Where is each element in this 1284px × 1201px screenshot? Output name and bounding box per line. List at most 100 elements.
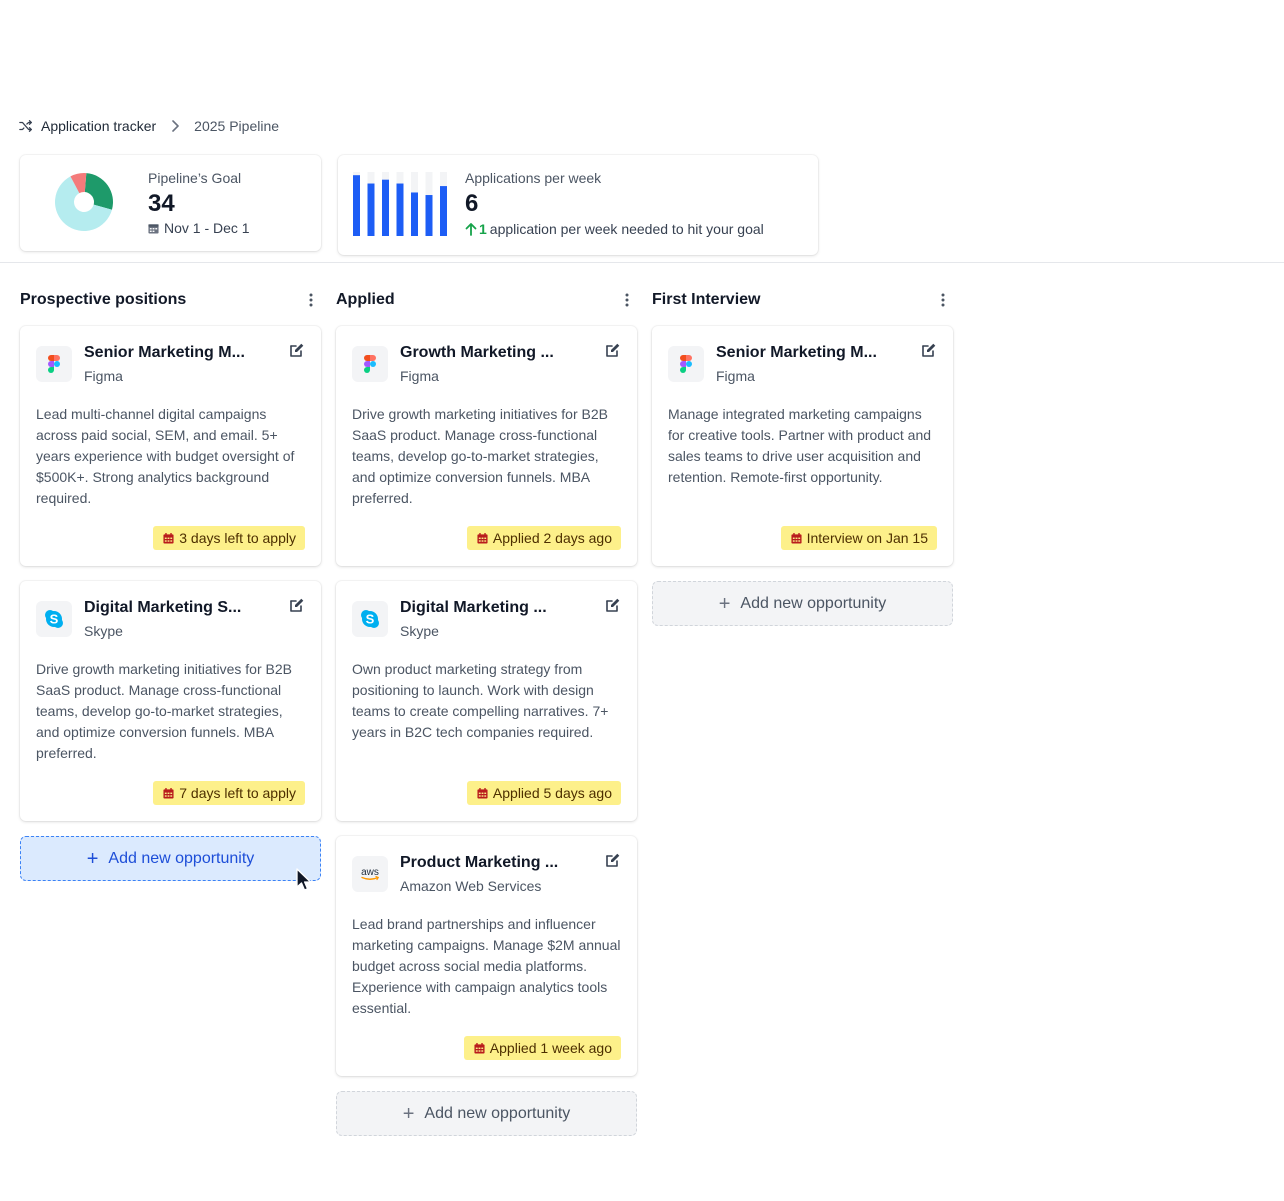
opportunity-card[interactable]: Senior Marketing M... Figma Lead multi-cha… [20, 326, 321, 566]
bar [382, 179, 389, 236]
company-name: Figma [84, 368, 123, 384]
card-description: Drive growth marketing initiatives for B… [36, 661, 292, 761]
column-header: Prospective positions [20, 288, 321, 312]
column-prospective-positions: Prospective positions Senior Marketing M.… [20, 288, 321, 881]
add-opportunity-label: Add new opportunity [740, 594, 887, 612]
column-header: Applied [336, 288, 637, 312]
column-title: First Interview [652, 291, 761, 308]
pipeline-goal-card: Pipeline’s Goal 34 Nov 1 - Dec 1 [20, 155, 321, 251]
add-opportunity-label: Add new opportunity [424, 1104, 571, 1122]
weekly-bar-chart [353, 172, 447, 236]
card-description: Lead multi-channel digital campaigns acr… [36, 406, 295, 506]
applications-per-week-card: Applications per week 6 1 application pe… [338, 155, 818, 255]
calendar-icon [474, 1042, 485, 1054]
weekly-delta-text: application per week needed to hit your … [489, 221, 764, 237]
skype-logo-icon: S [45, 610, 63, 628]
section-divider [0, 262, 1284, 263]
company-logo [36, 346, 72, 382]
card-title: Senior Marketing M... [716, 344, 877, 361]
company-name: Skype [84, 623, 123, 639]
status-badge-text: Interview on Jan 15 [806, 530, 928, 546]
chevron-right-icon [172, 120, 179, 132]
company-logo: S [36, 601, 72, 637]
card-title: Product Marketing ... [400, 854, 559, 871]
bar [367, 183, 375, 236]
edit-icon[interactable] [605, 342, 621, 358]
opportunity-card[interactable]: S Digital Marketing S... Skype Drive growth… [20, 581, 321, 821]
goal-value: 34 [148, 190, 175, 217]
arrow-up-icon [465, 223, 477, 236]
card-title: Digital Marketing ... [400, 599, 547, 616]
svg-text:S: S [366, 612, 375, 627]
calendar-icon [148, 223, 159, 234]
column-title: Prospective positions [20, 291, 187, 308]
add-opportunity-button[interactable]: + Add new opportunity [336, 1091, 637, 1136]
goal-donut-chart [55, 173, 113, 231]
figma-logo-icon [48, 355, 60, 373]
status-badge-text: 7 days left to apply [179, 785, 296, 801]
svg-text:S: S [50, 612, 59, 627]
breadcrumb-current: 2025 Pipeline [194, 118, 280, 134]
goal-label: Pipeline’s Goal [148, 170, 242, 186]
edit-icon[interactable] [605, 852, 621, 868]
figma-logo-icon [680, 355, 692, 373]
more-options-icon[interactable] [617, 290, 637, 310]
status-badge: Applied 5 days ago [466, 781, 621, 805]
calendar-icon [477, 532, 488, 544]
card-description: Manage integrated marketing campaigns fo… [668, 406, 932, 485]
edit-icon[interactable] [921, 342, 937, 358]
weekly-delta: 1 application per week needed to hit you… [465, 221, 764, 237]
bar [411, 192, 418, 236]
opportunity-card[interactable]: Senior Marketing M... Figma Manage integra… [652, 326, 953, 566]
plus-icon: + [86, 847, 99, 870]
status-badge: Applied 1 week ago [463, 1036, 621, 1060]
card-description: Own product marketing strategy from posi… [352, 661, 609, 740]
card-title: Digital Marketing S... [84, 599, 242, 616]
calendar-icon [163, 532, 174, 544]
status-badge: 7 days left to apply [153, 781, 305, 805]
add-opportunity-button[interactable]: + Add new opportunity [20, 836, 321, 881]
breadcrumb-root[interactable]: Application tracker [41, 118, 156, 134]
column-applied: Applied Growth Marketing ... Figma Drive gr… [336, 288, 637, 1136]
card-description: Drive growth marketing initiatives for B… [352, 406, 608, 506]
status-badge-text: Applied 5 days ago [492, 785, 612, 801]
edit-icon[interactable] [289, 597, 305, 613]
column-first-interview: First Interview Senior Marketing M... Figm… [652, 288, 953, 626]
bar [425, 195, 433, 236]
status-badge-text: Applied 1 week ago [489, 1040, 612, 1056]
add-opportunity-button[interactable]: + Add new opportunity [652, 581, 953, 626]
weekly-value: 6 [465, 190, 479, 217]
opportunity-card[interactable]: Growth Marketing ... Figma Drive growth ma… [336, 326, 637, 566]
card-description: Lead brand partnerships and influencer m… [352, 916, 621, 1016]
status-badge-text: 3 days left to apply [179, 530, 296, 546]
company-logo [352, 346, 388, 382]
status-badge: Interview on Jan 15 [780, 526, 937, 550]
opportunity-card[interactable]: S Digital Marketing ... Skype Own product m… [336, 581, 637, 821]
company-name: Skype [400, 623, 439, 639]
add-opportunity-label: Add new opportunity [108, 849, 255, 867]
shuffle-icon [19, 120, 32, 132]
calendar-icon [477, 787, 488, 799]
company-name: Figma [716, 368, 755, 384]
company-logo: S [352, 601, 388, 637]
edit-icon[interactable] [289, 342, 305, 358]
plus-icon: + [402, 1102, 415, 1125]
skype-logo-icon: S [361, 610, 379, 628]
bar [440, 186, 447, 236]
status-badge: Applied 2 days ago [466, 526, 621, 550]
more-options-icon[interactable] [301, 290, 321, 310]
mouse-cursor-icon [296, 868, 312, 891]
opportunity-card[interactable]: aws Product Marketing ... Amazon Web Servi… [336, 836, 637, 1076]
edit-icon[interactable] [605, 597, 621, 613]
bar [353, 175, 360, 236]
more-options-icon[interactable] [933, 290, 953, 310]
goal-range-text: Nov 1 - Dec 1 [164, 220, 250, 236]
status-badge: 3 days left to apply [153, 526, 305, 550]
aws-logo-icon: aws [361, 867, 380, 881]
card-title: Senior Marketing M... [84, 344, 245, 361]
weekly-delta-number: 1 [479, 221, 487, 237]
card-title: Growth Marketing ... [400, 344, 554, 361]
calendar-icon [791, 532, 802, 544]
column-header: First Interview [652, 288, 953, 312]
company-logo [668, 346, 704, 382]
